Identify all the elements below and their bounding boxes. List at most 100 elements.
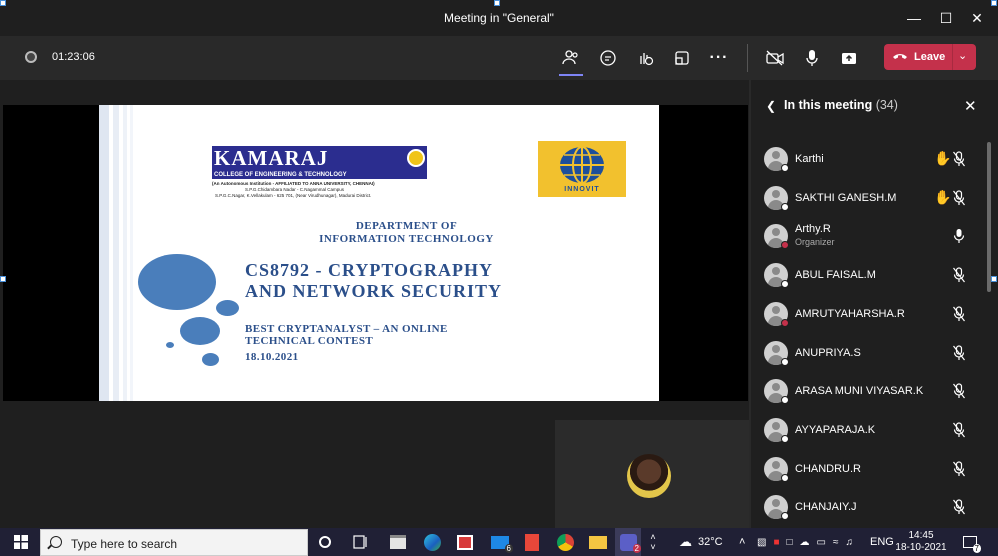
- action-center-button[interactable]: 7: [958, 528, 982, 556]
- chrome-app[interactable]: [553, 528, 577, 556]
- task-view-button[interactable]: [350, 528, 372, 556]
- participant-video-tile[interactable]: [555, 420, 749, 528]
- panel-title-text: In this meeting: [784, 98, 873, 112]
- notification-badge: 7: [972, 544, 981, 553]
- meet-now-icon[interactable]: ▧: [757, 537, 766, 548]
- meeting-timer: 01:23:06: [52, 51, 95, 63]
- close-window-button[interactable]: ✕: [962, 6, 992, 30]
- participant-row[interactable]: ANUPRIYA.S: [751, 334, 998, 372]
- selection-handle: [0, 276, 6, 282]
- reactions-button[interactable]: [631, 44, 659, 72]
- course-title-line-1: CS8792 - CRYPTOGRAPHY: [245, 260, 494, 280]
- wifi-icon[interactable]: ≈: [833, 537, 839, 548]
- battery-icon[interactable]: ▭: [817, 537, 826, 548]
- language-indicator[interactable]: ENG: [870, 528, 894, 556]
- presence-dot: [781, 280, 789, 289]
- presence-dot: [781, 318, 789, 327]
- taskbar-scroll-arrows[interactable]: ˄ ˅: [646, 528, 660, 556]
- edge-app[interactable]: [420, 528, 444, 556]
- recording-icon: [25, 51, 37, 63]
- more-actions-button[interactable]: ···: [705, 44, 733, 72]
- system-tray-icons: ▧ ■ □ ☁ ▭ ≈ ♫: [757, 528, 853, 556]
- gift-icon: [457, 534, 473, 550]
- mic-on-icon: [952, 228, 966, 244]
- close-panel-icon[interactable]: ✕: [964, 97, 977, 115]
- participant-row[interactable]: ABUL FAISAL.M: [751, 256, 998, 294]
- start-button[interactable]: [10, 528, 32, 556]
- folder-icon: [589, 535, 607, 549]
- raise-hand-smile-icon: [640, 53, 654, 66]
- camera-toggle-button[interactable]: [761, 44, 789, 72]
- maximize-button[interactable]: ☐: [931, 6, 961, 30]
- participant-count: (34): [875, 98, 898, 112]
- hang-up-icon: [893, 54, 907, 59]
- chevron-left-icon[interactable]: ❮: [766, 99, 776, 113]
- taskbar-clock[interactable]: 14:45 18-10-2021: [893, 530, 949, 554]
- mic-muted-icon: [952, 422, 966, 438]
- participant-row[interactable]: SAKTHI GANESH.M ✋: [751, 179, 998, 217]
- microphone-toggle-button[interactable]: [798, 44, 826, 72]
- chrome-icon: [556, 533, 574, 551]
- mic-muted-icon: [952, 499, 966, 515]
- mic-muted-icon: [952, 344, 966, 361]
- mail-app[interactable]: 6: [487, 528, 513, 556]
- mic-muted-icon: [952, 383, 966, 399]
- volume-icon[interactable]: ♫: [846, 537, 854, 548]
- panel-header: ❮ In this meeting (34) ✕: [751, 97, 998, 117]
- contest-line-2: TECHNICAL CONTEST: [245, 335, 374, 347]
- participant-name: ANUPRIYA.S: [795, 346, 861, 359]
- shared-screen: KAMARAJ COLLEGE OF ENGINEERING & TECHNOL…: [3, 105, 748, 401]
- show-chat-button[interactable]: [594, 44, 622, 72]
- show-hidden-icons[interactable]: ˄: [739, 528, 745, 556]
- presence-dot: [781, 202, 789, 211]
- chevron-up-icon: ˄: [650, 532, 656, 542]
- minimize-button[interactable]: —: [899, 6, 929, 30]
- people-icon: [562, 50, 578, 65]
- participant-row[interactable]: CHANDRU.R: [751, 450, 998, 488]
- decor-bubble: [216, 300, 239, 316]
- college-subtitle: COLLEGE OF ENGINEERING & TECHNOLOGY: [212, 171, 427, 179]
- participant-row[interactable]: ARASA MUNI VIYASAR.K: [751, 372, 998, 410]
- meeting-toolbar: 01:23:06 ··· Leave ⌄: [0, 36, 998, 80]
- store-app[interactable]: [386, 528, 410, 556]
- clock-time: 14:45: [908, 530, 934, 541]
- leave-button[interactable]: Leave ⌄: [884, 44, 976, 70]
- course-title-line-2: AND NETWORK SECURITY: [245, 281, 503, 301]
- participant-row[interactable]: AMRUTYAHARSHA.R: [751, 295, 998, 333]
- bulb-icon: [407, 149, 425, 167]
- share-content-button[interactable]: [835, 44, 863, 72]
- chevron-up-icon: ˄: [739, 536, 746, 548]
- windows-logo-icon: [14, 535, 28, 549]
- rooms-icon: [675, 51, 689, 65]
- teams-badge: 2: [632, 544, 641, 553]
- antivirus-icon[interactable]: ■: [773, 537, 779, 548]
- decor-bubble: [138, 254, 216, 310]
- college-logo: KAMARAJ: [212, 146, 427, 171]
- cortana-button[interactable]: [314, 528, 336, 556]
- cloud-icon: ☁: [679, 534, 692, 549]
- participant-row[interactable]: Arthy.R Organizer: [751, 217, 998, 255]
- chat-bubble-icon[interactable]: □: [787, 537, 793, 548]
- taskbar-search-box[interactable]: Type here to search: [40, 529, 308, 556]
- breakout-rooms-button[interactable]: [668, 44, 696, 72]
- participant-row[interactable]: AYYAPARAJA.K: [751, 411, 998, 449]
- show-participants-button[interactable]: [557, 44, 585, 76]
- weather-widget[interactable]: ☁ 32°C: [679, 528, 723, 556]
- office-app[interactable]: [520, 528, 544, 556]
- teams-app[interactable]: 2: [615, 528, 641, 556]
- raised-hand-icon: ✋: [934, 150, 952, 166]
- gift-app[interactable]: [453, 528, 477, 556]
- file-explorer-app[interactable]: [586, 528, 610, 556]
- clock-date: 18-10-2021: [895, 542, 947, 553]
- participant-row[interactable]: Karthi ✋: [751, 140, 998, 178]
- store-bag-icon: [390, 535, 406, 549]
- mic-muted-icon: [952, 151, 966, 167]
- onedrive-icon[interactable]: ☁: [800, 537, 810, 548]
- panel-scrollbar[interactable]: [987, 142, 991, 292]
- participant-role: Organizer: [795, 237, 835, 248]
- participant-name: AYYAPARAJA.K: [795, 423, 876, 436]
- chevron-down-icon[interactable]: ⌄: [958, 49, 967, 62]
- contest-date: 18.10.2021: [245, 351, 299, 363]
- mic-muted-icon: [952, 267, 966, 283]
- participant-row[interactable]: CHANJAIY.J: [751, 488, 998, 526]
